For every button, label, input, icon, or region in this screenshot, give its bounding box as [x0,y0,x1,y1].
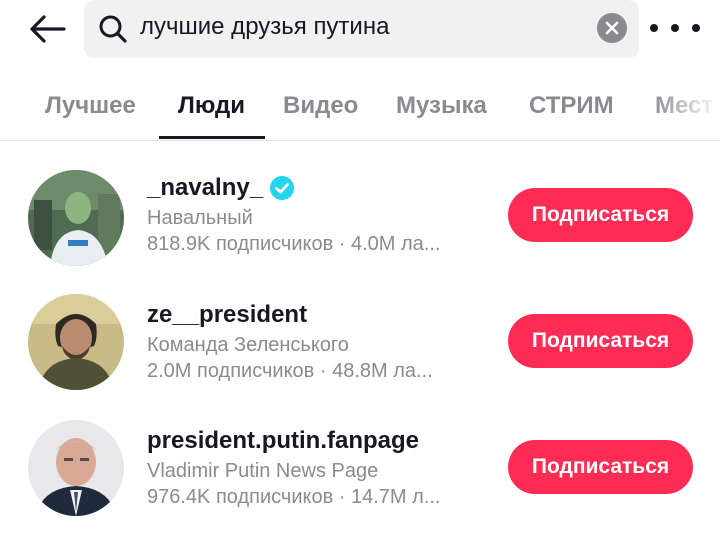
username: _navalny_ [147,174,264,201]
tab-music[interactable]: Музыка [396,92,487,120]
stats: 818.9K подписчиков · 4.0M ла... [147,233,441,255]
tab-top[interactable]: Лучшее [45,92,136,120]
avatar[interactable] [28,170,124,266]
user-result-row[interactable]: _navalny_ Навальный 818.9K подписчиков ·… [0,160,720,284]
more-icon [692,24,700,32]
username-link[interactable]: ze__president [147,300,492,330]
username: ze__president [147,301,308,328]
tab-people[interactable]: Люди [178,92,245,120]
display-name: Vladimir Putin News Page [147,460,379,482]
search-bar[interactable]: лучшие друзья путина [84,0,639,58]
search-icon [99,15,127,43]
back-button[interactable] [26,9,68,49]
more-button[interactable] [650,14,700,42]
clear-icon [605,21,619,35]
follow-button[interactable]: Подписаться [508,188,693,242]
more-icon [671,24,679,32]
display-name: Навальный [147,207,253,229]
avatar[interactable] [28,420,124,516]
tab-bar: Лучшее Люди Видео Музыка СТРИМ Мест [0,84,720,141]
active-tab-indicator [159,136,265,139]
follow-button[interactable]: Подписаться [508,440,693,494]
tab-videos[interactable]: Видео [283,92,358,120]
follow-button[interactable]: Подписаться [508,314,693,368]
tab-live[interactable]: СТРИМ [529,92,614,120]
user-info: president.putin.fanpage Vladimir Putin N… [147,426,492,510]
verified-icon [270,176,295,200]
arrow-left-icon [30,15,66,43]
username: president.putin.fanpage [147,427,420,454]
avatar[interactable] [28,294,124,390]
display-name: Команда Зеленського [147,334,349,356]
search-input[interactable]: лучшие друзья путина [140,12,389,42]
stats: 976.4K подписчиков · 14.7M л... [147,486,441,508]
stats: 2.0M подписчиков · 48.8M ла... [147,360,433,382]
top-bar: лучшие друзья путина [0,0,720,58]
more-icon [650,24,658,32]
tab-places[interactable]: Мест [655,92,713,120]
user-info: ze__president Команда Зеленського 2.0M п… [147,300,492,384]
username-link[interactable]: _navalny_ [147,173,492,203]
username-link[interactable]: president.putin.fanpage [147,426,492,456]
user-info: _navalny_ Навальный 818.9K подписчиков ·… [147,173,492,257]
clear-search-button[interactable] [597,13,627,43]
user-result-row[interactable]: president.putin.fanpage Vladimir Putin N… [0,412,720,536]
user-result-row[interactable]: ze__president Команда Зеленського 2.0M п… [0,286,720,410]
